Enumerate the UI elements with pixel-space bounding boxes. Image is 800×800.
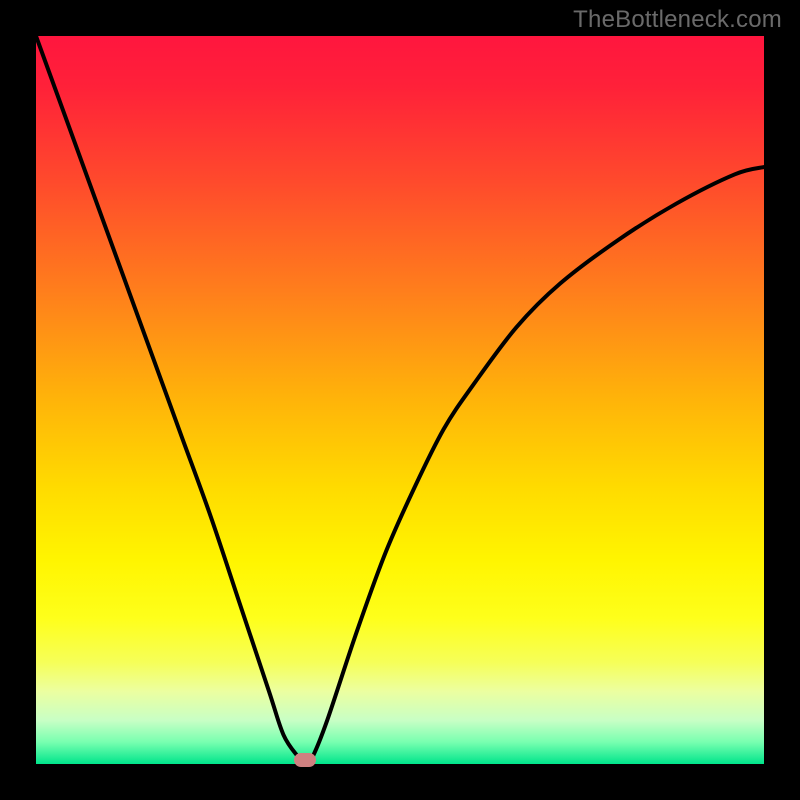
- chart-area: [36, 36, 764, 764]
- optimal-point-marker: [294, 753, 316, 767]
- chart-curve-layer: [36, 36, 764, 764]
- bottleneck-curve: [36, 36, 764, 764]
- watermark-text: TheBottleneck.com: [573, 6, 782, 34]
